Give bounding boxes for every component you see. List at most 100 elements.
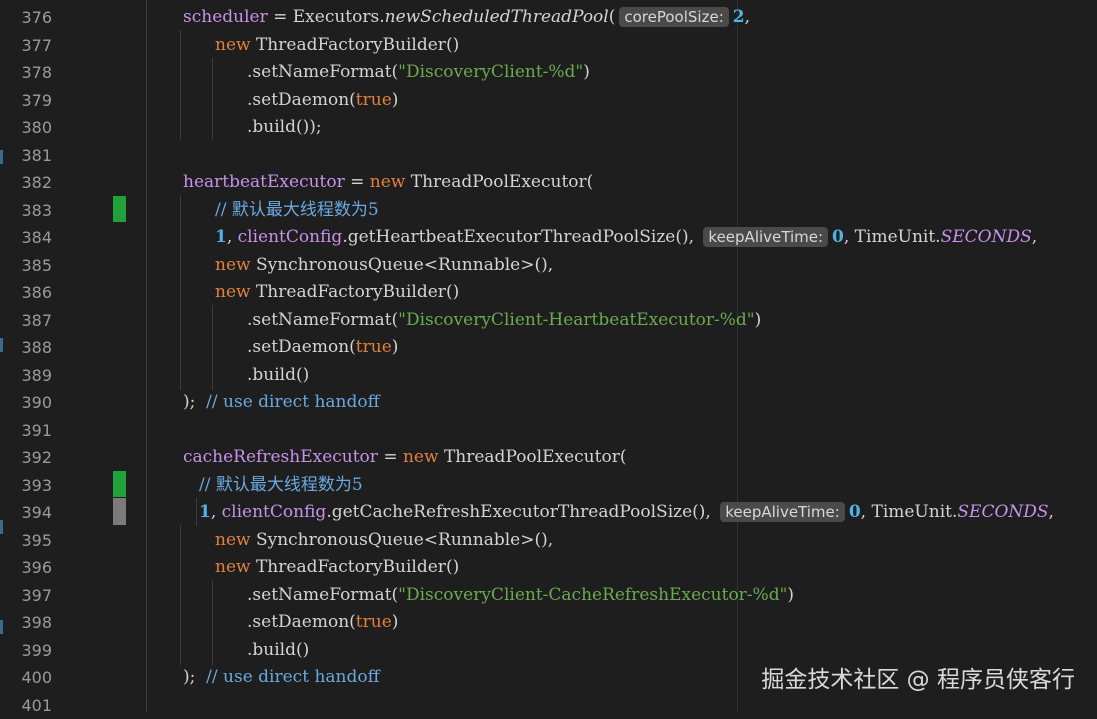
code-line-388[interactable]: .setDaemon(true) xyxy=(247,334,398,362)
modified-line-marker[interactable] xyxy=(113,498,126,525)
code-token: .setDaemon( xyxy=(247,612,356,632)
code-token: ) xyxy=(583,62,590,82)
line-number[interactable]: 400 xyxy=(0,664,52,692)
code-token: , TimeUnit. xyxy=(861,502,958,522)
code-line-394[interactable]: 1, clientConfig.getCacheRefreshExecutorT… xyxy=(199,499,1054,527)
code-line-386[interactable]: new ThreadFactoryBuilder() xyxy=(215,279,459,307)
code-line-390[interactable]: ); // use direct handoff xyxy=(183,389,380,417)
keyword-token: true xyxy=(356,337,392,357)
indent-guide xyxy=(212,580,213,665)
code-line-389[interactable]: .build() xyxy=(247,362,309,390)
code-line-376[interactable]: scheduler = Executors.newScheduledThread… xyxy=(183,4,750,32)
code-token: SynchronousQueue<Runnable>(), xyxy=(251,530,554,550)
code-line-395[interactable]: new SynchronousQueue<Runnable>(), xyxy=(215,527,553,555)
line-number[interactable]: 386 xyxy=(0,279,52,307)
code-line-400[interactable]: ); // use direct handoff xyxy=(183,664,380,692)
code-token: = Executors. xyxy=(268,7,385,27)
comment-token: // 默认最大线程数为5 xyxy=(199,475,363,495)
line-number[interactable]: 381 xyxy=(0,142,52,170)
keyword-token: new xyxy=(370,172,406,192)
code-line-397[interactable]: .setNameFormat("DiscoveryClient-CacheRef… xyxy=(247,582,794,610)
indent-guide xyxy=(180,30,181,140)
code-token: .getHeartbeatExecutorThreadPoolSize(), xyxy=(342,227,699,247)
parameter-hint: keepAliveTime: xyxy=(720,502,845,522)
code-token: ThreadFactoryBuilder() xyxy=(251,557,460,577)
field-token: clientConfig xyxy=(238,227,343,247)
line-number[interactable]: 396 xyxy=(0,554,52,582)
keyword-token: true xyxy=(356,90,392,110)
field-token: scheduler xyxy=(183,7,268,27)
number-token: 1 xyxy=(199,502,211,522)
keyword-token: new xyxy=(403,447,439,467)
code-token: , xyxy=(1049,502,1054,522)
line-number[interactable]: 387 xyxy=(0,307,52,335)
code-token: ThreadPoolExecutor( xyxy=(405,172,593,192)
line-number[interactable]: 385 xyxy=(0,252,52,280)
added-line-marker[interactable] xyxy=(113,471,126,497)
number-token: 0 xyxy=(849,502,861,522)
code-editor[interactable]: scheduler = Executors.newScheduledThread… xyxy=(126,0,1097,712)
code-line-398[interactable]: .setDaemon(true) xyxy=(247,609,398,637)
line-number[interactable]: 376 xyxy=(0,4,52,32)
code-token: .setNameFormat( xyxy=(247,310,398,330)
line-number[interactable]: 397 xyxy=(0,582,52,610)
code-line-382[interactable]: heartbeatExecutor = new ThreadPoolExecut… xyxy=(183,169,593,197)
line-number[interactable]: 392 xyxy=(0,444,52,472)
indent-guide xyxy=(212,58,213,140)
line-number[interactable]: 399 xyxy=(0,637,52,665)
code-line-383[interactable]: // 默认最大线程数为5 xyxy=(215,197,379,225)
scroll-marker xyxy=(0,620,3,634)
line-number[interactable]: 395 xyxy=(0,527,52,555)
code-line-384[interactable]: 1, clientConfig.getHeartbeatExecutorThre… xyxy=(215,224,1037,252)
code-token: .setNameFormat( xyxy=(247,62,398,82)
code-line-377[interactable]: new ThreadFactoryBuilder() xyxy=(215,32,459,60)
line-number[interactable]: 382 xyxy=(0,169,52,197)
line-number[interactable]: 380 xyxy=(0,114,52,142)
line-number[interactable]: 383 xyxy=(0,197,52,225)
line-number[interactable]: 384 xyxy=(0,224,52,252)
indent-guide xyxy=(212,305,213,390)
code-line-392[interactable]: cacheRefreshExecutor = new ThreadPoolExe… xyxy=(183,444,626,472)
line-number[interactable]: 393 xyxy=(0,472,52,500)
line-number[interactable]: 389 xyxy=(0,362,52,390)
constant-token: SECONDS xyxy=(957,502,1048,522)
scroll-marker xyxy=(0,338,3,352)
line-number[interactable]: 390 xyxy=(0,389,52,417)
code-token: ThreadFactoryBuilder() xyxy=(251,35,460,55)
code-token: .build() xyxy=(247,640,309,660)
code-token: ) xyxy=(755,310,762,330)
code-token: .build()); xyxy=(247,117,322,137)
code-line-379[interactable]: .setDaemon(true) xyxy=(247,87,398,115)
code-token: .setDaemon( xyxy=(247,337,356,357)
line-number[interactable]: 401 xyxy=(0,692,52,719)
keyword-token: true xyxy=(356,612,392,632)
code-line-387[interactable]: .setNameFormat("DiscoveryClient-Heartbea… xyxy=(247,307,761,335)
code-token: , xyxy=(227,227,238,247)
code-line-380[interactable]: .build()); xyxy=(247,114,322,142)
code-line-385[interactable]: new SynchronousQueue<Runnable>(), xyxy=(215,252,553,280)
code-line-396[interactable]: new ThreadFactoryBuilder() xyxy=(215,554,459,582)
number-token: 0 xyxy=(832,227,844,247)
added-line-marker[interactable] xyxy=(113,196,126,222)
line-number[interactable]: 388 xyxy=(0,334,52,362)
keyword-token: new xyxy=(215,557,251,577)
line-number[interactable]: 394 xyxy=(0,499,52,527)
comment-token: // 默认最大线程数为5 xyxy=(215,200,379,220)
line-number[interactable]: 398 xyxy=(0,609,52,637)
code-line-393[interactable]: // 默认最大线程数为5 xyxy=(199,472,363,500)
line-number[interactable]: 377 xyxy=(0,32,52,60)
code-line-378[interactable]: .setNameFormat("DiscoveryClient-%d") xyxy=(247,59,590,87)
code-token: , TimeUnit. xyxy=(844,227,941,247)
code-token: , xyxy=(211,502,222,522)
keyword-token: new xyxy=(215,255,251,275)
string-token: "DiscoveryClient-CacheRefreshExecutor-%d… xyxy=(398,585,787,605)
line-number[interactable]: 379 xyxy=(0,87,52,115)
watermark: 掘金技术社区 @ 程序员侠客行 xyxy=(761,660,1075,694)
code-line-399[interactable]: .build() xyxy=(247,637,309,665)
code-token: ) xyxy=(787,585,794,605)
indent-guide xyxy=(180,195,181,390)
line-number[interactable]: 391 xyxy=(0,417,52,445)
keyword-token: new xyxy=(215,282,251,302)
string-token: "DiscoveryClient-%d" xyxy=(398,62,583,82)
line-number[interactable]: 378 xyxy=(0,59,52,87)
